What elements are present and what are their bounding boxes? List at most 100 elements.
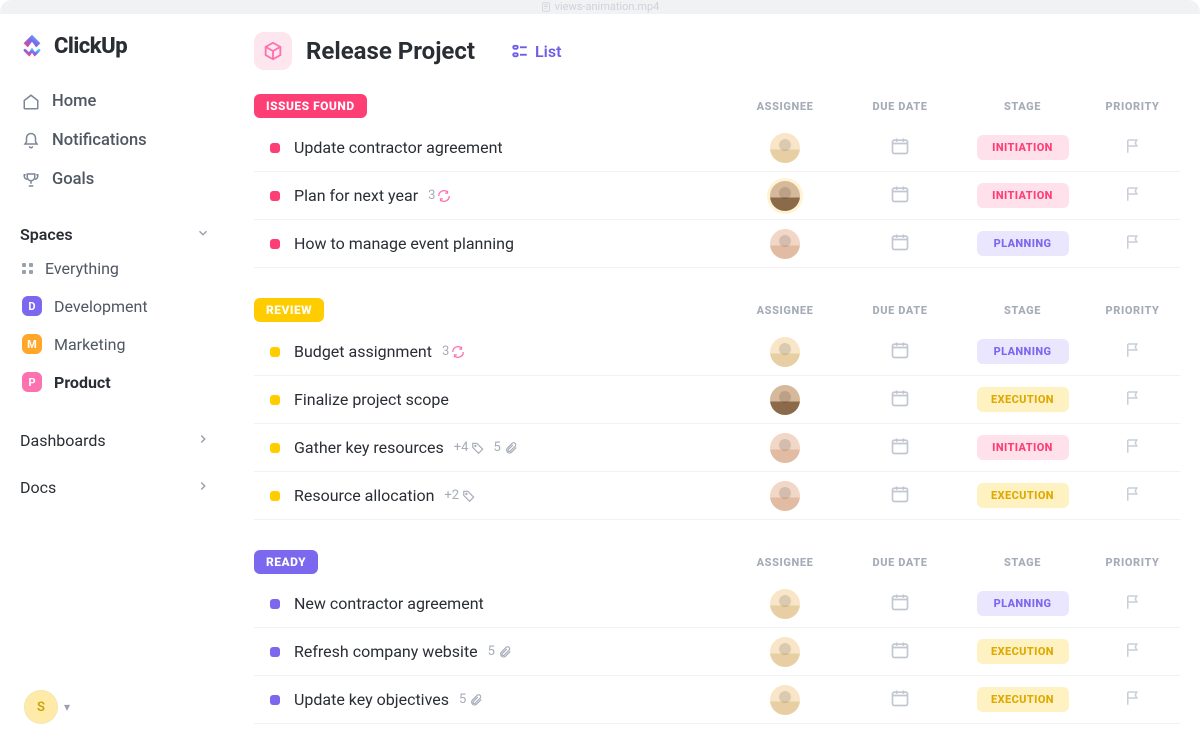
task-row[interactable]: Refresh company website 5 EXECUTION <box>254 628 1180 676</box>
due-date-cell[interactable] <box>840 232 960 256</box>
stage-cell[interactable]: PLANNING <box>960 591 1085 616</box>
flag-icon <box>1124 185 1142 207</box>
assignee-cell[interactable] <box>730 181 840 211</box>
priority-cell[interactable] <box>1085 185 1180 207</box>
priority-cell[interactable] <box>1085 689 1180 711</box>
task-status-square[interactable] <box>270 491 280 501</box>
priority-cell[interactable] <box>1085 593 1180 615</box>
sidebar-space-product[interactable]: PProduct <box>14 363 218 401</box>
sidebar-space-development[interactable]: DDevelopment <box>14 287 218 325</box>
task-title: Budget assignment <box>294 342 432 361</box>
nav-notifications[interactable]: Notifications <box>14 121 218 160</box>
stage-cell[interactable]: EXECUTION <box>960 687 1085 712</box>
user-menu[interactable]: S ▾ <box>24 690 70 724</box>
task-row[interactable]: Update key objectives 5 EXECUTION <box>254 676 1180 724</box>
status-pill[interactable]: ISSUES FOUND <box>254 94 367 118</box>
nav-goals[interactable]: Goals <box>14 160 218 199</box>
due-date-cell[interactable] <box>840 136 960 160</box>
stage-badge: PLANNING <box>977 339 1069 364</box>
status-pill[interactable]: REVIEW <box>254 298 324 322</box>
group-header: REVIEW ASSIGNEE DUE DATE STAGE PRIORITY <box>254 298 1180 328</box>
priority-cell[interactable] <box>1085 233 1180 255</box>
task-row[interactable]: Resource allocation +2 EXECUTION <box>254 472 1180 520</box>
assignee-cell[interactable] <box>730 589 840 619</box>
status-pill[interactable]: READY <box>254 550 318 574</box>
task-status-square[interactable] <box>270 191 280 201</box>
assignee-cell[interactable] <box>730 133 840 163</box>
task-status-square[interactable] <box>270 347 280 357</box>
stage-cell[interactable]: INITIATION <box>960 183 1085 208</box>
task-row[interactable]: Budget assignment 3 PLANNING <box>254 328 1180 376</box>
due-date-cell[interactable] <box>840 388 960 412</box>
sidebar-docs[interactable]: Docs <box>14 464 218 511</box>
spaces-header[interactable]: Spaces <box>14 215 218 250</box>
project-icon[interactable] <box>254 32 292 70</box>
col-stage-header: STAGE <box>960 100 1085 113</box>
sidebar-dashboards[interactable]: Dashboards <box>14 417 218 464</box>
stage-cell[interactable]: PLANNING <box>960 231 1085 256</box>
col-due-header: DUE DATE <box>840 100 960 113</box>
stage-cell[interactable]: EXECUTION <box>960 483 1085 508</box>
task-row[interactable]: Gather key resources +4 5 INITIATION <box>254 424 1180 472</box>
due-date-cell[interactable] <box>840 184 960 208</box>
task-status-square[interactable] <box>270 443 280 453</box>
nav-home[interactable]: Home <box>14 82 218 121</box>
assignee-cell[interactable] <box>730 385 840 415</box>
due-date-cell[interactable] <box>840 640 960 664</box>
task-row[interactable]: How to manage event planning PLANNING <box>254 220 1180 268</box>
due-date-cell[interactable] <box>840 592 960 616</box>
space-badge: D <box>22 296 42 316</box>
due-date-cell[interactable] <box>840 484 960 508</box>
assignee-cell[interactable] <box>730 433 840 463</box>
app-logo[interactable]: ClickUp <box>18 32 218 60</box>
sidebar-item-label: Everything <box>45 259 119 278</box>
priority-cell[interactable] <box>1085 437 1180 459</box>
stage-cell[interactable]: PLANNING <box>960 339 1085 364</box>
assignee-cell[interactable] <box>730 685 840 715</box>
tags-count: +2 <box>444 488 476 503</box>
priority-cell[interactable] <box>1085 485 1180 507</box>
col-assignee-header: ASSIGNEE <box>730 556 840 569</box>
stage-badge: INITIATION <box>977 135 1069 160</box>
priority-cell[interactable] <box>1085 341 1180 363</box>
stage-cell[interactable]: EXECUTION <box>960 639 1085 664</box>
task-status-square[interactable] <box>270 647 280 657</box>
view-selector-list[interactable]: List <box>501 36 571 67</box>
assignee-cell[interactable] <box>730 481 840 511</box>
due-date-cell[interactable] <box>840 340 960 364</box>
task-group: READY ASSIGNEE DUE DATE STAGE PRIORITY N… <box>254 550 1180 724</box>
assignee-cell[interactable] <box>730 229 840 259</box>
avatar <box>770 385 800 415</box>
assignee-cell[interactable] <box>730 337 840 367</box>
priority-cell[interactable] <box>1085 389 1180 411</box>
stage-cell[interactable]: INITIATION <box>960 435 1085 460</box>
task-status-square[interactable] <box>270 395 280 405</box>
assignee-cell[interactable] <box>730 637 840 667</box>
stage-badge: EXECUTION <box>977 387 1069 412</box>
priority-cell[interactable] <box>1085 641 1180 663</box>
task-status-square[interactable] <box>270 599 280 609</box>
priority-cell[interactable] <box>1085 137 1180 159</box>
stage-cell[interactable]: INITIATION <box>960 135 1085 160</box>
due-date-cell[interactable] <box>840 436 960 460</box>
task-row[interactable]: Finalize project scope EXECUTION <box>254 376 1180 424</box>
column-headers: ASSIGNEE DUE DATE STAGE PRIORITY <box>730 100 1180 113</box>
caret-down-icon: ▾ <box>64 700 70 714</box>
calendar-icon <box>890 136 910 160</box>
stage-cell[interactable]: EXECUTION <box>960 387 1085 412</box>
page-title: Release Project <box>306 37 475 65</box>
task-status-square[interactable] <box>270 695 280 705</box>
task-row[interactable]: Plan for next year 3 INITIATION <box>254 172 1180 220</box>
flag-icon <box>1124 341 1142 363</box>
flag-icon <box>1124 593 1142 615</box>
task-status-square[interactable] <box>270 143 280 153</box>
group-header: READY ASSIGNEE DUE DATE STAGE PRIORITY <box>254 550 1180 580</box>
sidebar-item-everything[interactable]: Everything <box>14 250 218 287</box>
task-row[interactable]: Update contractor agreement INITIATION <box>254 124 1180 172</box>
grid-icon <box>22 263 33 274</box>
sidebar: ClickUp Home Notifications Goals Spaces … <box>0 14 232 746</box>
due-date-cell[interactable] <box>840 688 960 712</box>
sidebar-space-marketing[interactable]: MMarketing <box>14 325 218 363</box>
task-status-square[interactable] <box>270 239 280 249</box>
task-row[interactable]: New contractor agreement PLANNING <box>254 580 1180 628</box>
